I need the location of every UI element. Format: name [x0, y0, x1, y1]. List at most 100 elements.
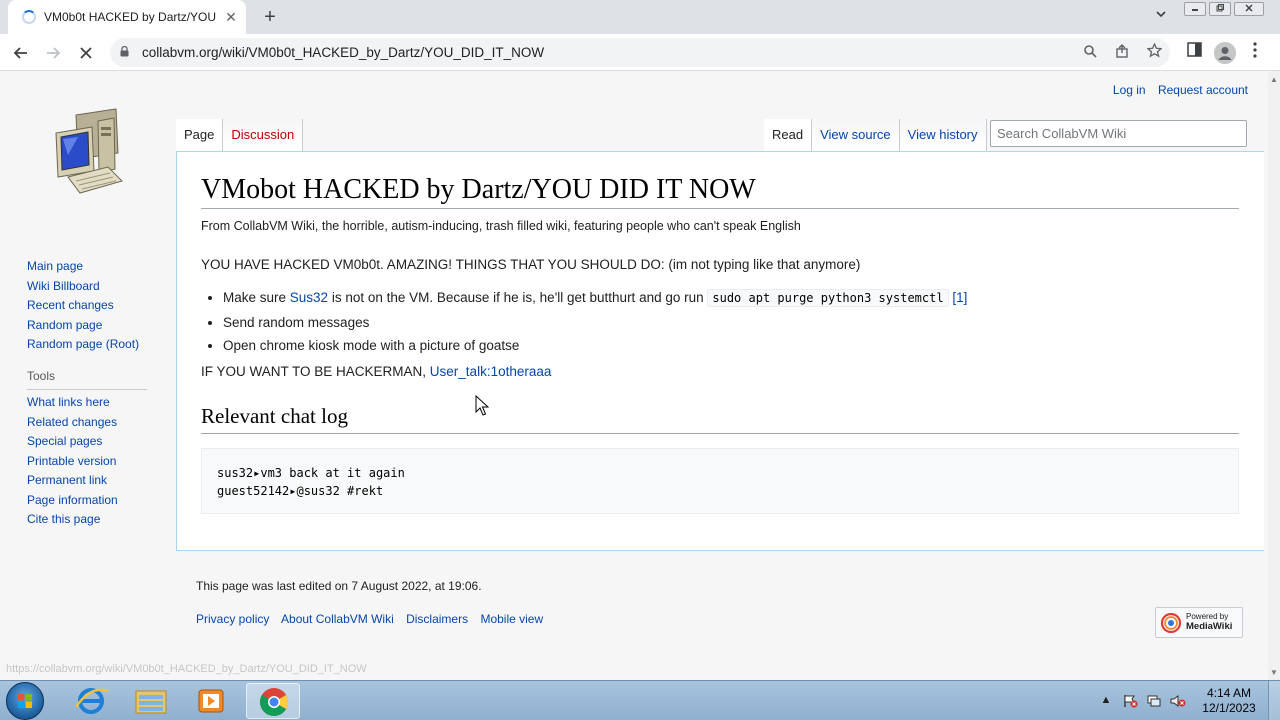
vertical-scrollbar[interactable]: ▲ ▼	[1268, 71, 1280, 680]
site-subtitle: From CollabVM Wiki, the horrible, autism…	[201, 219, 801, 233]
search-input[interactable]	[991, 121, 1246, 146]
media-player-taskbar-button[interactable]	[184, 683, 238, 719]
clock-time: 4:14 AM	[1206, 686, 1252, 700]
disclaimers-link[interactable]: Disclaimers	[406, 612, 468, 626]
intro-paragraph: YOU HAVE HACKED VM0b0t. AMAZING! THINGS …	[201, 257, 861, 272]
browser-tab-active[interactable]: VM0b0t HACKED by Dartz/YOU DID IT NOW ✕	[8, 0, 246, 34]
random-page-link[interactable]: Random page	[27, 318, 102, 332]
internet-explorer-icon	[74, 688, 109, 714]
main-page-link[interactable]: Main page	[27, 259, 83, 273]
windows-taskbar: ▲ 4:14 AM 12/1/2023	[0, 680, 1280, 720]
forward-arrow-icon[interactable]	[40, 40, 66, 66]
request-account-link[interactable]: Request account	[1158, 83, 1248, 97]
share-icon[interactable]	[1112, 43, 1132, 63]
permanent-link[interactable]: Permanent link	[27, 473, 107, 487]
tools-heading: Tools	[27, 369, 147, 390]
start-button[interactable]	[6, 682, 44, 720]
article-content: VMobot HACKED by Dartz/YOU DID IT NOW Fr…	[176, 151, 1264, 551]
chat-log-line: guest52142▸@sus32 #rekt	[217, 484, 384, 498]
chrome-menu-icon[interactable]	[1244, 42, 1266, 64]
wiki-billboard-link[interactable]: Wiki Billboard	[27, 279, 100, 293]
restore-window-icon[interactable]	[1209, 2, 1231, 16]
powered-by-mediawiki-badge[interactable]: Powered by MediaWiki	[1155, 607, 1243, 638]
wiki-page: Log in Request account Main page Wiki Bi…	[0, 71, 1268, 680]
action-center-flag-icon[interactable]	[1122, 694, 1138, 708]
windows-flag-icon	[18, 694, 32, 708]
volume-muted-icon[interactable]	[1170, 694, 1186, 708]
list-item: Send random messages	[223, 311, 967, 335]
show-desktop-button[interactable]	[1268, 681, 1280, 720]
random-page-root-link[interactable]: Random page (Root)	[27, 337, 139, 351]
chrome-taskbar-button[interactable]	[246, 683, 300, 719]
reference-link[interactable]: [1]	[952, 290, 967, 305]
command-code: sudo apt purge python3 systemctl	[707, 289, 949, 307]
powered-by-line: Powered by	[1186, 612, 1229, 621]
bookmark-star-icon[interactable]	[1144, 42, 1164, 63]
view-tabs: Read View source View history	[764, 119, 987, 151]
tools-item: Page information	[27, 491, 167, 511]
user-talk-link[interactable]: User_talk:1otheraaa	[430, 364, 552, 379]
chrome-icon	[260, 688, 288, 716]
cite-this-page-link[interactable]: Cite this page	[27, 512, 100, 526]
file-explorer-taskbar-button[interactable]	[124, 683, 178, 719]
tab-view-history[interactable]: View history	[899, 119, 987, 151]
show-hidden-icons-chevron[interactable]: ▲	[1098, 694, 1114, 708]
powered-by-text: Powered by MediaWiki	[1186, 612, 1232, 632]
privacy-policy-link[interactable]: Privacy policy	[196, 612, 269, 626]
zoom-search-icon[interactable]	[1080, 43, 1100, 63]
namespace-tabs: Page Discussion	[176, 119, 304, 151]
tab-read[interactable]: Read	[764, 119, 813, 151]
list-item: Open chrome kiosk mode with a picture of…	[223, 334, 967, 358]
media-player-icon	[198, 689, 224, 713]
tab-view-source[interactable]: View source	[812, 119, 900, 151]
log-in-link[interactable]: Log in	[1113, 83, 1146, 97]
taskbar-clock[interactable]: 4:14 AM 12/1/2023	[1196, 686, 1262, 716]
lock-icon	[120, 46, 129, 57]
related-changes-link[interactable]: Related changes	[27, 415, 117, 429]
sus32-link[interactable]: Sus32	[290, 290, 328, 305]
new-tab-button[interactable]: +	[258, 6, 282, 28]
stop-loading-icon[interactable]	[73, 40, 99, 66]
recent-changes-link[interactable]: Recent changes	[27, 298, 114, 312]
sidebar-item-random-page-root: Random page (Root)	[27, 335, 167, 355]
hackerman-paragraph: IF YOU WANT TO BE HACKERMAN, User_talk:1…	[201, 364, 551, 379]
todo-list: Make sure Sus32 is not on the VM. Becaus…	[223, 286, 967, 358]
sidebar-item-random-page: Random page	[27, 316, 167, 336]
status-bar-url: https://collabvm.org/wiki/VM0b0t_HACKED_…	[6, 663, 367, 675]
page-information-link[interactable]: Page information	[27, 493, 118, 507]
tab-discussion[interactable]: Discussion	[223, 119, 304, 151]
url-text: collabvm.org/wiki/VM0b0t_HACKED_by_Dartz…	[142, 45, 545, 60]
footer-links: Privacy policy About CollabVM Wiki Discl…	[196, 612, 552, 626]
mobile-view-link[interactable]: Mobile view	[480, 612, 543, 626]
loading-spinner-icon	[22, 10, 36, 24]
special-pages-link[interactable]: Special pages	[27, 434, 102, 448]
folder-icon	[135, 690, 167, 714]
address-bar[interactable]: collabvm.org/wiki/VM0b0t_HACKED_by_Dartz…	[110, 38, 1170, 67]
clock-date: 12/1/2023	[1202, 701, 1256, 715]
collabvm-computer-logo[interactable]	[48, 107, 128, 197]
bullet-text: Make sure	[223, 290, 290, 305]
hackerman-text: IF YOU WANT TO BE HACKERMAN,	[201, 364, 430, 379]
mouse-cursor-icon	[475, 395, 489, 416]
tab-search-chevron-icon[interactable]	[1152, 8, 1170, 26]
internet-explorer-taskbar-button[interactable]	[64, 683, 118, 719]
tab-page[interactable]: Page	[176, 119, 224, 151]
about-link[interactable]: About CollabVM Wiki	[281, 612, 394, 626]
close-window-icon[interactable]	[1234, 2, 1264, 16]
back-arrow-icon[interactable]	[8, 40, 34, 66]
tab-close-icon[interactable]: ✕	[222, 8, 240, 26]
network-icon[interactable]	[1146, 694, 1162, 708]
scroll-down-arrow-icon[interactable]: ▼	[1270, 668, 1278, 677]
scroll-up-arrow-icon[interactable]: ▲	[1270, 75, 1278, 84]
profile-avatar-icon[interactable]	[1214, 42, 1236, 64]
printable-version-link[interactable]: Printable version	[27, 454, 116, 468]
what-links-here-link[interactable]: What links here	[27, 395, 110, 409]
sidebar-tools: What links here Related changes Special …	[27, 393, 167, 530]
tools-item: Cite this page	[27, 510, 167, 530]
browser-tab-bar: VM0b0t HACKED by Dartz/YOU DID IT NOW ✕ …	[0, 0, 1280, 34]
minimize-window-icon[interactable]	[1184, 2, 1206, 16]
tab-title: VM0b0t HACKED by Dartz/YOU DID IT NOW	[44, 10, 220, 24]
page-title: VMobot HACKED by Dartz/YOU DID IT NOW	[201, 174, 1239, 209]
sidebar-item-recent-changes: Recent changes	[27, 296, 167, 316]
side-panel-icon[interactable]	[1183, 42, 1205, 64]
